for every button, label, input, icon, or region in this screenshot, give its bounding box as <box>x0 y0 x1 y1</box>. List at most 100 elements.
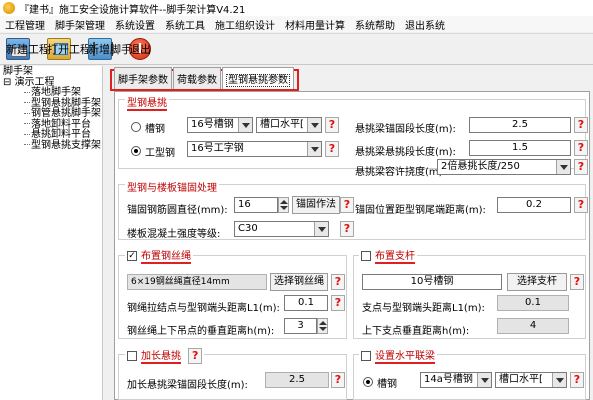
new-project-button[interactable]: 新建工程 <box>4 35 50 63</box>
ibeam-radio-label: 工型钢 <box>145 148 175 159</box>
help-icon[interactable]: ? <box>331 274 345 290</box>
tree-project-label: 演示工程 <box>14 76 55 88</box>
menu-help[interactable]: 系统帮助 <box>350 17 400 32</box>
rope-height-label: 钢丝绳上下吊点的垂直距离h(m): <box>127 326 275 337</box>
chevron-down-icon <box>552 373 566 387</box>
toolbar: 新建工程 打开工程 新增脚手架 退出 <box>0 33 593 65</box>
menu-construction-design[interactable]: 施工组织设计 <box>210 17 280 32</box>
exit-button[interactable]: 退出 <box>127 35 156 63</box>
help-icon[interactable]: ? <box>574 159 588 175</box>
steel-group-title-text: 型钢悬挑 <box>127 98 167 111</box>
help-icon[interactable]: ? <box>331 372 345 388</box>
horiz-channel-label: 槽钢 <box>377 379 397 390</box>
overhang-length-label: 悬挑梁悬挑段长度(m): <box>355 147 456 158</box>
menu-scaffold[interactable]: 脚手架管理 <box>50 17 110 32</box>
chevron-down-icon <box>314 222 328 236</box>
support-height-label: 上下支点垂直距离h(m): <box>362 326 470 337</box>
support-distance-input[interactable]: 0.1 <box>497 295 569 311</box>
menu-tools[interactable]: 系统工具 <box>160 17 210 32</box>
main-area: 脚手架参数 荷载参数 型钢悬挑参数 型钢悬挑 槽钢 16号槽钢 槽口水平[ ? … <box>104 66 593 400</box>
ibeam-radio[interactable] <box>131 146 141 156</box>
channel-dir-value: 槽口水平[ <box>260 119 304 130</box>
help-icon[interactable]: ? <box>570 372 584 388</box>
tab-steel-cantilever-label: 型钢悬挑参数 <box>226 74 290 87</box>
channel-dir-select[interactable]: 槽口水平[ <box>256 117 322 133</box>
select-rope-button[interactable]: 选择钢丝绳 <box>270 273 328 291</box>
channel-radio-label: 槽钢 <box>145 124 165 135</box>
extra-length-input[interactable]: 2.5 <box>265 372 329 388</box>
add-scaffold-button[interactable]: 新增脚手架 <box>86 35 143 63</box>
extra-checkbox[interactable] <box>127 351 137 361</box>
horiz-title-text: 设置水平联梁 <box>375 351 435 364</box>
concrete-grade-select[interactable]: C30 <box>234 221 329 237</box>
menu-material[interactable]: 材料用量计算 <box>280 17 350 32</box>
chevron-down-icon <box>307 142 321 156</box>
rope-height-spinner[interactable] <box>317 318 328 334</box>
tree-item-pipe-cantilever[interactable]: 钢管悬挑脚手架 <box>0 108 102 120</box>
help-icon[interactable]: ? <box>570 274 584 290</box>
horiz-checkbox[interactable] <box>361 351 371 361</box>
help-icon[interactable]: ? <box>574 117 588 133</box>
rope-distance-label: 钢绳拉结点与型钢端头距离L1(m): <box>127 303 280 314</box>
bar-diameter-spinner[interactable] <box>278 197 289 213</box>
window-title: 『建书』施工安全设施计算软件--脚手架计算V4.21 <box>19 4 246 16</box>
new-project-label: 新建工程 <box>6 43 50 56</box>
tab-scaffold-params[interactable]: 脚手架参数 <box>114 67 172 89</box>
horiz-group-title: 设置水平联梁 <box>359 347 437 364</box>
channel-radio[interactable] <box>131 122 141 132</box>
horiz-dir-value: 槽口水平[ <box>499 374 543 385</box>
tab-strip: 脚手架参数 荷载参数 型钢悬挑参数 <box>110 67 299 91</box>
overhang-length-input[interactable]: 1.5 <box>469 140 571 156</box>
ibeam-select[interactable]: 16号工字钢 <box>187 141 322 157</box>
open-project-button[interactable]: 打开工程 <box>45 35 91 63</box>
support-height-input[interactable]: 4 <box>497 318 569 334</box>
chevron-down-icon <box>477 373 491 387</box>
menu-project[interactable]: 工程管理 <box>0 17 50 32</box>
channel-select-value: 16号槽钢 <box>191 119 234 130</box>
help-icon[interactable]: ? <box>325 141 339 157</box>
menu-exit[interactable]: 退出系统 <box>400 17 450 32</box>
support-spec-field: 10号槽钢 <box>362 274 502 290</box>
tree-item-ground-scaffold[interactable]: 落地脚手架 <box>0 87 102 99</box>
steel-group-title: 型钢悬挑 <box>125 94 169 111</box>
anchor-position-input[interactable]: 0.2 <box>497 197 571 213</box>
horiz-channel-radio[interactable] <box>363 377 373 387</box>
extra-group-title: 加长悬挑 ? <box>125 347 205 364</box>
ibeam-select-value: 16号工字钢 <box>191 143 244 154</box>
tab-load-params[interactable]: 荷载参数 <box>173 67 221 89</box>
help-icon[interactable]: ? <box>574 140 588 156</box>
menu-bar: 工程管理 脚手架管理 系统设置 系统工具 施工组织设计 材料用量计算 系统帮助 … <box>0 16 593 32</box>
deflection-select[interactable]: 2倍悬挑长度/250 <box>437 159 571 175</box>
tab-load-params-label: 荷载参数 <box>177 75 217 86</box>
channel-select[interactable]: 16号槽钢 <box>187 117 253 133</box>
tab-steel-cantilever-params[interactable]: 型钢悬挑参数 <box>222 67 294 89</box>
rope-checkbox[interactable]: ✓ <box>127 251 137 261</box>
open-project-label: 打开工程 <box>47 43 91 56</box>
help-icon[interactable]: ? <box>340 221 354 237</box>
anchor-method-button[interactable]: 锚固作法 <box>292 196 340 214</box>
deflection-label: 悬挑梁容许挠度(m): <box>355 167 446 178</box>
rope-distance-input[interactable]: 0.1 <box>284 295 328 311</box>
help-icon[interactable]: ? <box>574 197 588 213</box>
deflection-select-value: 2倍悬挑长度/250 <box>441 161 520 172</box>
tree-item-cantilever-platform[interactable]: 悬挑卸料平台 <box>0 129 102 141</box>
bar-diameter-input[interactable]: 16 <box>234 197 278 213</box>
help-icon[interactable]: ? <box>325 117 339 133</box>
horiz-dir-select[interactable]: 槽口水平[ <box>495 372 567 388</box>
rope-height-input[interactable]: 3 <box>284 318 317 334</box>
concrete-grade-label: 楼板混凝土强度等级: <box>127 229 221 240</box>
support-title-text: 布置支杆 <box>375 251 415 264</box>
help-icon[interactable]: ? <box>331 295 345 311</box>
support-checkbox[interactable] <box>361 251 371 261</box>
tree-item-steel-support[interactable]: 型钢悬挑支撑架 <box>0 140 102 152</box>
menu-settings[interactable]: 系统设置 <box>110 17 160 32</box>
help-icon[interactable]: ? <box>340 197 354 213</box>
horiz-channel-value: 14a号槽钢 <box>424 374 473 385</box>
concrete-grade-value: C30 <box>238 223 258 234</box>
anchor-length-input[interactable]: 2.5 <box>469 117 571 133</box>
help-icon[interactable]: ? <box>188 348 203 364</box>
anchor-length-label: 悬挑梁锚固段长度(m): <box>355 124 456 135</box>
horiz-channel-select[interactable]: 14a号槽钢 <box>420 372 492 388</box>
select-support-button[interactable]: 选择支杆 <box>507 273 567 291</box>
anchor-group-title: 型钢与楼板锚固处理 <box>125 179 219 194</box>
